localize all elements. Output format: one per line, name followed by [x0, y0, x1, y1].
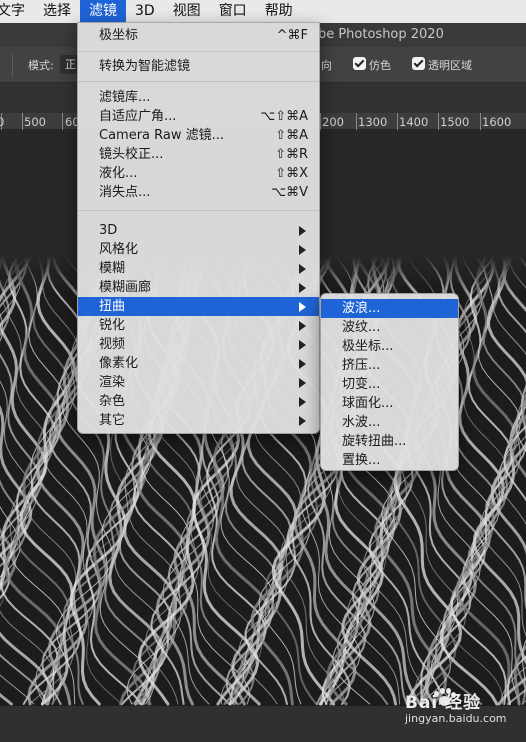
watermark-brand: Bai 经验 — [405, 693, 482, 713]
menu-item-pinch[interactable]: 挤压... — [321, 356, 458, 375]
ruler-tick — [438, 113, 439, 130]
ruler-label: 1500 — [440, 115, 470, 129]
reverse-label: 向 — [321, 59, 332, 72]
menu-window[interactable]: 窗口 — [210, 0, 256, 23]
ruler-tick — [62, 113, 63, 130]
menu-item-blur[interactable]: 模糊 — [78, 259, 319, 278]
menu-item-pixelate[interactable]: 像素化 — [78, 354, 319, 373]
menu-item-wave[interactable]: 波浪... — [321, 299, 458, 318]
menu-separator — [78, 210, 319, 211]
menu-separator — [78, 51, 319, 52]
menu-item-lens-correction[interactable]: 镜头校正... ⇧⌘R — [78, 145, 319, 164]
menu-item-shear[interactable]: 切变... — [321, 375, 458, 394]
dither-checkbox[interactable] — [353, 57, 366, 70]
menu-type[interactable]: 文字 — [0, 0, 34, 23]
menu-item-polar-coordinates[interactable]: 极坐标... — [321, 337, 458, 356]
menu-item-adaptive-wide-angle[interactable]: 自适应广角... ⌥⇧⌘A — [78, 107, 319, 126]
menu-item-displace[interactable]: 置换... — [321, 451, 458, 470]
filter-menu: 极坐标 ^⌘F 转换为智能滤镜 滤镜库... 自适应广角... ⌥⇧⌘A Camer… — [77, 22, 320, 434]
ruler-tick — [480, 113, 481, 130]
chevron-right-icon — [299, 397, 306, 407]
menu-select[interactable]: 选择 — [34, 0, 80, 23]
menu-item-filter-gallery[interactable]: 滤镜库... — [78, 88, 319, 107]
ruler-label: 200 — [322, 115, 344, 129]
window-title: obe Photoshop 2020 — [310, 27, 444, 42]
menu-item-spherize[interactable]: 球面化... — [321, 394, 458, 413]
chevron-right-icon — [299, 359, 306, 369]
menu-item-noise[interactable]: 杂色 — [78, 392, 319, 411]
menu-separator — [78, 81, 319, 82]
menubar: 文字 选择 滤镜 3D 视图 窗口 帮助 — [0, 0, 526, 23]
menu-item-twirl[interactable]: 旋转扭曲... — [321, 432, 458, 451]
menu-item-vanishing-point[interactable]: 消失点... ⌥⌘V — [78, 183, 319, 202]
ruler-label: 500 — [24, 115, 46, 129]
ruler-tick — [397, 113, 398, 130]
ruler-label: 1300 — [358, 115, 388, 129]
watermark-url: jingyan.baidu.com — [405, 712, 507, 725]
menu-item-3d[interactable]: 3D — [78, 221, 319, 240]
chevron-right-icon — [299, 321, 306, 331]
chevron-right-icon — [299, 283, 306, 293]
distort-submenu: 波浪... 波纹... 极坐标... 挤压... 切变... 球面化... 水波… — [320, 293, 459, 471]
menu-item-distort[interactable]: 扭曲 — [78, 297, 319, 316]
menu-item-last-filter[interactable]: 极坐标 ^⌘F — [78, 26, 319, 45]
menu-view[interactable]: 视图 — [164, 0, 210, 23]
ruler-tick — [320, 113, 321, 130]
chevron-right-icon — [299, 378, 306, 388]
menu-help[interactable]: 帮助 — [256, 0, 302, 23]
menu-item-render[interactable]: 渲染 — [78, 373, 319, 392]
menu-filter[interactable]: 滤镜 — [80, 0, 126, 23]
menu-item-blur-gallery[interactable]: 模糊画廊 — [78, 278, 319, 297]
menu-item-convert-smart-filters[interactable]: 转换为智能滤镜 — [78, 57, 319, 76]
ruler-label: 1400 — [399, 115, 429, 129]
dither-label: 仿色 — [369, 59, 391, 72]
transparency-label: 透明区域 — [428, 59, 472, 72]
menu-item-sharpen[interactable]: 锐化 — [78, 316, 319, 335]
ruler-tick — [22, 113, 23, 130]
watermark: Bai 经验 jingyan.baidu.com — [405, 684, 520, 730]
menu-item-zigzag[interactable]: 水波... — [321, 413, 458, 432]
menu-item-other[interactable]: 其它 — [78, 411, 319, 430]
ruler-label: 0 — [0, 115, 5, 129]
chevron-right-icon — [299, 264, 306, 274]
chevron-right-icon — [299, 340, 306, 350]
menu-item-ripple[interactable]: 波纹... — [321, 318, 458, 337]
chevron-right-icon — [299, 302, 306, 312]
mode-label: 模式: — [28, 59, 54, 72]
ruler-tick — [356, 113, 357, 130]
menu-item-stylize[interactable]: 风格化 — [78, 240, 319, 259]
chevron-right-icon — [299, 226, 306, 236]
menu-item-video[interactable]: 视频 — [78, 335, 319, 354]
menu-item-camera-raw[interactable]: Camera Raw 滤镜... ⇧⌘A — [78, 126, 319, 145]
transparency-checkbox[interactable] — [412, 57, 425, 70]
chevron-right-icon — [299, 245, 306, 255]
menu-3d[interactable]: 3D — [126, 0, 164, 23]
ruler-label: 1600 — [482, 115, 512, 129]
chevron-right-icon — [299, 416, 306, 426]
options-divider — [12, 53, 13, 77]
menu-item-liquify[interactable]: 液化... ⇧⌘X — [78, 164, 319, 183]
